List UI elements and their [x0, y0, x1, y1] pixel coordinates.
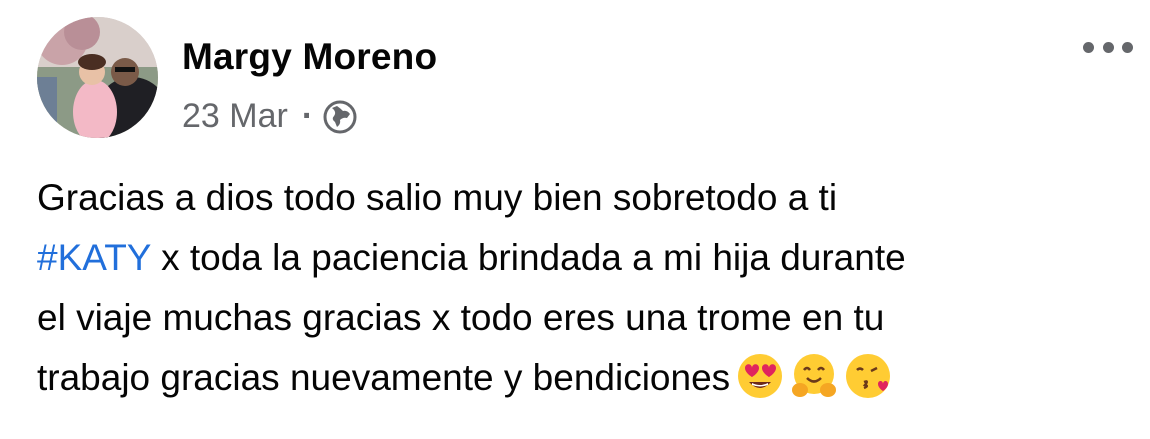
post-text-line: #KATY x toda la paciencia brindada a mi … [37, 228, 1132, 288]
post-text-line: trabajo gracias nuevamente y bendiciones [37, 348, 1132, 408]
more-dot [1083, 41, 1094, 53]
more-dot [1102, 41, 1114, 53]
post-text-line: Gracias a dios todo salio muy bien sobre… [37, 177, 838, 218]
heart-eyes-emoji [736, 352, 784, 400]
more-dot [1122, 41, 1133, 53]
post-text-line-content: trabajo gracias nuevamente y bendiciones [37, 357, 731, 398]
hugging-emoji [790, 352, 838, 400]
hashtag-link[interactable]: #KATY [37, 237, 151, 278]
avatar-photo [37, 17, 158, 138]
post-text-line: el viaje muchas gracias x todo eres una … [37, 297, 885, 338]
author-avatar[interactable] [37, 17, 158, 138]
author-name[interactable]: Margy Moreno [182, 36, 437, 78]
post-card: Margy Moreno 23 Mar · Gracias a dios tod… [0, 0, 1150, 439]
post-text-line-content: x toda la paciencia brindada a mi hija d… [161, 237, 906, 278]
kissing-heart-emoji [844, 352, 892, 400]
more-options-icon[interactable] [1083, 36, 1133, 58]
globe-icon [323, 100, 357, 134]
post-text: Gracias a dios todo salio muy bien sobre… [37, 168, 1132, 408]
meta-separator: · [301, 97, 314, 135]
post-meta: 23 Mar · [182, 97, 357, 136]
post-date[interactable]: 23 Mar [182, 97, 288, 136]
